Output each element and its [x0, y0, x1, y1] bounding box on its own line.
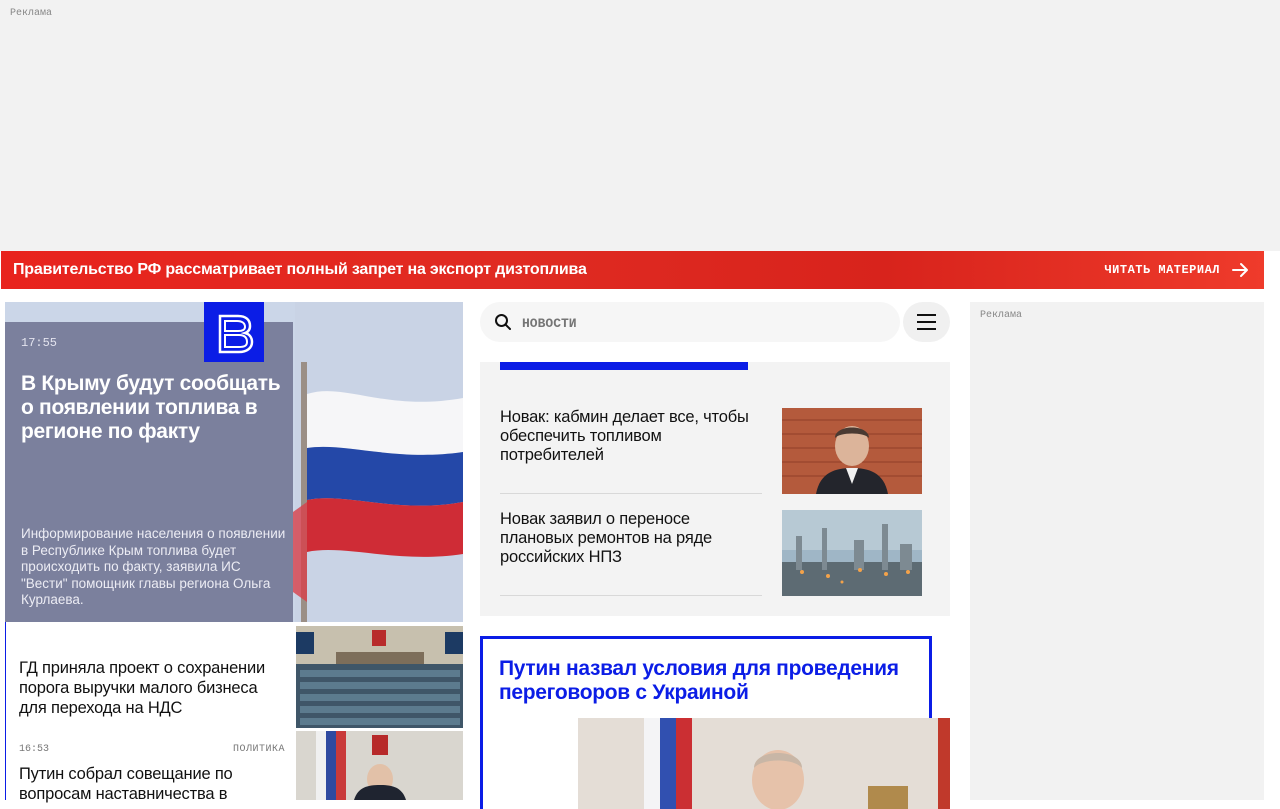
menu-button[interactable] [903, 302, 950, 342]
refinery-thumbnail[interactable] [782, 510, 922, 596]
right-ad-block: Реклама [970, 302, 1264, 800]
feature-item-title[interactable]: Новак заявил о переносе плановых ремонто… [500, 510, 762, 567]
search-bar[interactable] [480, 302, 900, 342]
refinery-photo [782, 510, 922, 596]
read-material-link[interactable]: ЧИТАТЬ МАТЕРИАЛ [1104, 263, 1220, 277]
arrow-right-icon[interactable] [1230, 260, 1250, 280]
feature-separator [500, 595, 762, 596]
hero-title[interactable]: В Крыму будут сообщать о появлении топли… [21, 372, 285, 444]
main-story-card[interactable]: Путин назвал условия для проведения пере… [480, 636, 950, 809]
hero-card[interactable]: 17:55 В Крыму будут сообщать о появлении… [5, 322, 293, 622]
hero-lead: Информирование населения о появлении в Р… [21, 526, 286, 608]
duma-thumbnail[interactable] [296, 626, 463, 728]
hero-time: 17:55 [21, 336, 58, 350]
putin-photo [578, 718, 950, 809]
left-news-title[interactable]: Путин собрал совещание по вопросам наста… [19, 764, 287, 804]
breaking-banner[interactable]: Правительство РФ рассматривает полный за… [1, 251, 1264, 289]
vesti-logo-icon [218, 314, 254, 354]
feature-item-title[interactable]: Новак: кабмин делает все, чтобы обеспечи… [500, 408, 762, 465]
left-news-time: 16:53 [19, 744, 50, 755]
top-ad-block: Реклама [0, 0, 1280, 251]
ad-label: Реклама [10, 8, 53, 19]
main-story-title[interactable]: Путин назвал условия для проведения пере… [499, 657, 919, 705]
feature-news-block: Новак: кабмин делает все, чтобы обеспечи… [480, 362, 950, 616]
ad-label: Реклама [980, 310, 1023, 321]
main-story-image[interactable] [578, 718, 950, 809]
feature-separator [500, 493, 762, 494]
vesti-logo[interactable] [204, 302, 264, 362]
novak-photo [782, 408, 922, 494]
feature-accent-bar [500, 362, 748, 370]
left-news-list: ГД приняла проект о сохранении порога вы… [5, 622, 294, 803]
search-input[interactable] [520, 310, 884, 336]
left-news-title[interactable]: ГД приняла проект о сохранении порога вы… [19, 658, 287, 718]
putin-photo [296, 731, 463, 800]
putin-thumbnail[interactable] [296, 731, 463, 800]
left-news-rubric[interactable]: ПОЛИТИКА [233, 744, 285, 755]
duma-photo [296, 626, 463, 728]
hamburger-icon [917, 314, 936, 330]
novak-thumbnail[interactable] [782, 408, 922, 494]
search-icon[interactable] [494, 313, 512, 331]
banner-title[interactable]: Правительство РФ рассматривает полный за… [13, 261, 587, 279]
